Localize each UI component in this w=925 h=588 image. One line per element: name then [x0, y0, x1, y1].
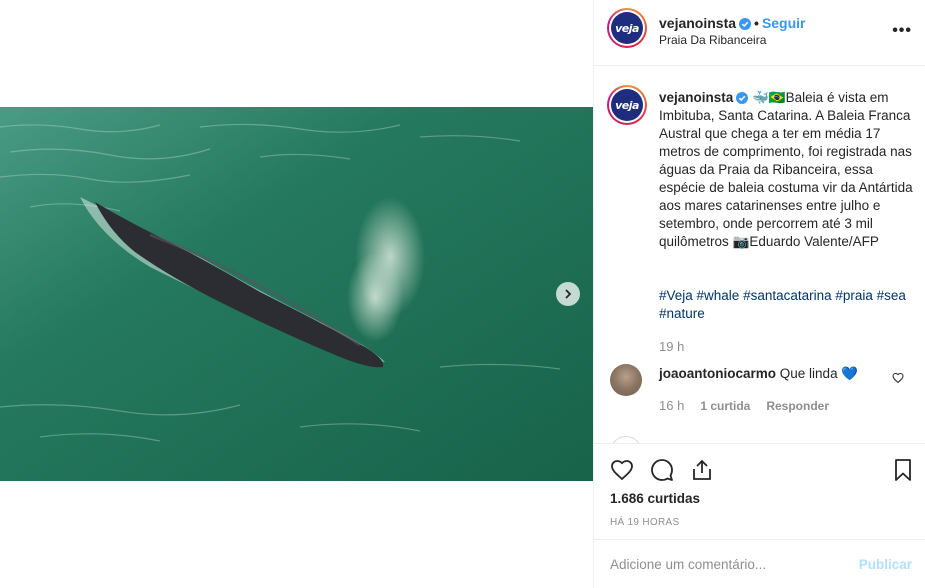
publish-button[interactable]: Publicar	[859, 557, 912, 572]
next-photo-button[interactable]	[556, 282, 580, 306]
post-timestamp: HÁ 19 HORAS	[610, 517, 680, 528]
caption-text: 🐳🇧🇷Baleia é vista em Imbituba, Santa Cat…	[659, 90, 913, 249]
caption-text-block: vejanoinsta 🐳🇧🇷Baleia é vista em Imbitub…	[659, 89, 914, 251]
comment-input[interactable]	[610, 554, 850, 574]
post-photo[interactable]	[0, 107, 593, 481]
likes-count[interactable]: 1.686 curtidas	[610, 491, 700, 506]
whale-photo-illustration	[0, 107, 593, 481]
veja-logo: veja	[611, 12, 643, 44]
post-location[interactable]: Praia Da Ribanceira	[659, 33, 766, 47]
caption-time: 19 h	[659, 339, 685, 354]
author-avatar[interactable]: veja	[607, 8, 647, 48]
next-comment-avatar-partial	[610, 436, 642, 443]
comment-likes[interactable]: 1 curtida	[700, 399, 750, 413]
post-actions: 1.686 curtidas HÁ 19 HORAS	[594, 443, 925, 539]
like-heart-icon[interactable]	[610, 458, 634, 482]
comments-list: veja vejanoinsta 🐳🇧🇷Baleia é vista em Im…	[594, 67, 925, 443]
comment-bubble-icon[interactable]	[650, 458, 674, 482]
verified-badge-icon	[736, 92, 749, 104]
comment-username[interactable]: joaoantoniocarmo	[659, 366, 776, 381]
comment-meta: 16 h 1 curtida Responder	[659, 398, 829, 413]
comment-like-button[interactable]	[892, 371, 904, 387]
post-side-panel: veja vejanoinsta • Seguir Praia Da Ribance…	[593, 0, 925, 588]
author-username[interactable]: vejanoinsta	[659, 15, 736, 31]
comment-text: Que linda 💙	[779, 366, 859, 381]
media-area	[0, 0, 593, 588]
caption-hashtags[interactable]: #Veja #whale #santacatarina #praia #sea …	[659, 287, 914, 323]
commenter-avatar[interactable]	[610, 364, 642, 396]
caption-avatar[interactable]: veja	[607, 85, 647, 125]
more-options-button[interactable]: •••	[892, 22, 912, 40]
heart-icon	[892, 372, 904, 384]
comment-time: 16 h	[659, 398, 685, 413]
reply-button[interactable]: Responder	[766, 399, 829, 413]
bookmark-icon[interactable]	[891, 458, 915, 482]
follow-button[interactable]: Seguir	[762, 15, 806, 31]
chevron-right-icon	[565, 289, 572, 299]
add-comment-bar: Publicar	[594, 539, 925, 588]
veja-logo: veja	[611, 89, 643, 121]
instagram-post-modal: veja vejanoinsta • Seguir Praia Da Ribance…	[0, 0, 925, 588]
share-icon[interactable]	[690, 458, 714, 482]
verified-badge-icon	[739, 18, 752, 30]
caption-username[interactable]: vejanoinsta	[659, 90, 733, 105]
separator-dot: •	[754, 15, 759, 31]
post-header: veja vejanoinsta • Seguir Praia Da Ribance…	[594, 0, 925, 66]
